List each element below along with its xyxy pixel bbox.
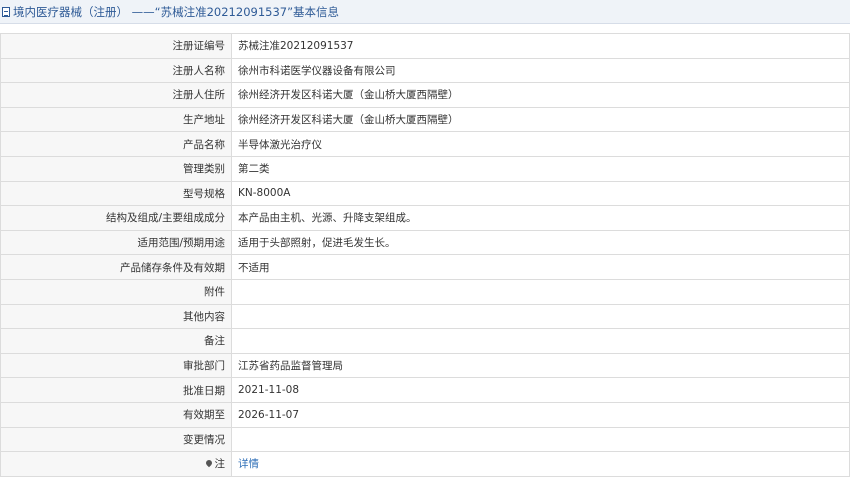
note-label: 注 — [214, 458, 226, 471]
note-row: 注 详情 — [0, 451, 850, 477]
table-row: 审批部门 江苏省药品监督管理局 — [0, 352, 850, 379]
row-value — [231, 426, 850, 453]
row-label: 管理类别 — [0, 155, 232, 182]
row-label: 注册证编号 — [0, 33, 232, 59]
row-label: 其他内容 — [0, 303, 232, 330]
row-value: 第二类 — [231, 155, 850, 182]
row-value: 江苏省药品监督管理局 — [231, 352, 850, 379]
row-label: 产品名称 — [0, 131, 232, 157]
info-table: 注册证编号 苏械注准20212091537 注册人名称 徐州市科诺医学仪器设备有… — [0, 33, 850, 477]
row-label: 有效期至 — [0, 401, 232, 428]
row-label: 注册人住所 — [0, 82, 232, 108]
table-row: 批准日期 2021-11-08 — [0, 377, 850, 403]
table-row: 注册人住所 徐州经济开发区科诺大厦（金山桥大厦西隔壁） — [0, 82, 850, 108]
table-row: 型号规格 KN-8000A — [0, 180, 850, 207]
row-label: 变更情况 — [0, 426, 232, 453]
row-value: 苏械注准20212091537 — [231, 33, 850, 59]
note-value-cell: 详情 — [231, 451, 850, 477]
row-label: 注册人名称 — [0, 57, 232, 84]
row-label: 备注 — [0, 328, 232, 354]
row-label: 批准日期 — [0, 377, 232, 403]
row-label: 结构及组成/主要组成成分 — [0, 205, 232, 231]
row-value: 徐州经济开发区科诺大厦（金山桥大厦西隔壁） — [231, 82, 850, 108]
page-title: 境内医疗器械（注册） ——“苏械注准20212091537”基本信息 — [13, 4, 340, 19]
table-row: 生产地址 徐州经济开发区科诺大厦（金山桥大厦西隔壁） — [0, 106, 850, 133]
page-header: 境内医疗器械（注册） ——“苏械注准20212091537”基本信息 — [0, 0, 850, 24]
table-row: 有效期至 2026-11-07 — [0, 401, 850, 428]
table-row: 注册证编号 苏械注准20212091537 — [0, 33, 850, 59]
row-value — [231, 328, 850, 354]
row-label: 适用范围/预期用途 — [0, 229, 232, 256]
table-row: 附件 — [0, 278, 850, 305]
row-value: 半导体激光治疗仪 — [231, 131, 850, 157]
row-value: 2021-11-08 — [231, 377, 850, 403]
row-value — [231, 278, 850, 305]
table-row: 备注 — [0, 328, 850, 354]
row-label: 生产地址 — [0, 106, 232, 133]
row-value — [231, 303, 850, 330]
table-row: 结构及组成/主要组成成分 本产品由主机、光源、升降支架组成。 — [0, 205, 850, 231]
table-row: 适用范围/预期用途 适用于头部照射，促进毛发生长。 — [0, 229, 850, 256]
table-row: 产品储存条件及有效期 不适用 — [0, 254, 850, 280]
row-value: 徐州经济开发区科诺大厦（金山桥大厦西隔壁） — [231, 106, 850, 133]
table-row: 产品名称 半导体激光治疗仪 — [0, 131, 850, 157]
pin-icon — [204, 459, 213, 468]
row-value: KN-8000A — [231, 180, 850, 207]
document-icon — [2, 6, 10, 17]
row-label: 型号规格 — [0, 180, 232, 207]
details-link[interactable]: 详情 — [238, 458, 259, 470]
row-value: 徐州市科诺医学仪器设备有限公司 — [231, 57, 850, 84]
row-value: 不适用 — [231, 254, 850, 280]
row-label: 附件 — [0, 278, 232, 305]
row-value: 本产品由主机、光源、升降支架组成。 — [231, 205, 850, 231]
table-row: 变更情况 — [0, 426, 850, 453]
table-row: 管理类别 第二类 — [0, 155, 850, 182]
note-label-cell: 注 — [0, 451, 232, 477]
row-label: 审批部门 — [0, 352, 232, 379]
row-label: 产品储存条件及有效期 — [0, 254, 232, 280]
row-value: 2026-11-07 — [231, 401, 850, 428]
table-row: 其他内容 — [0, 303, 850, 330]
table-row: 注册人名称 徐州市科诺医学仪器设备有限公司 — [0, 57, 850, 84]
row-value: 适用于头部照射，促进毛发生长。 — [231, 229, 850, 256]
